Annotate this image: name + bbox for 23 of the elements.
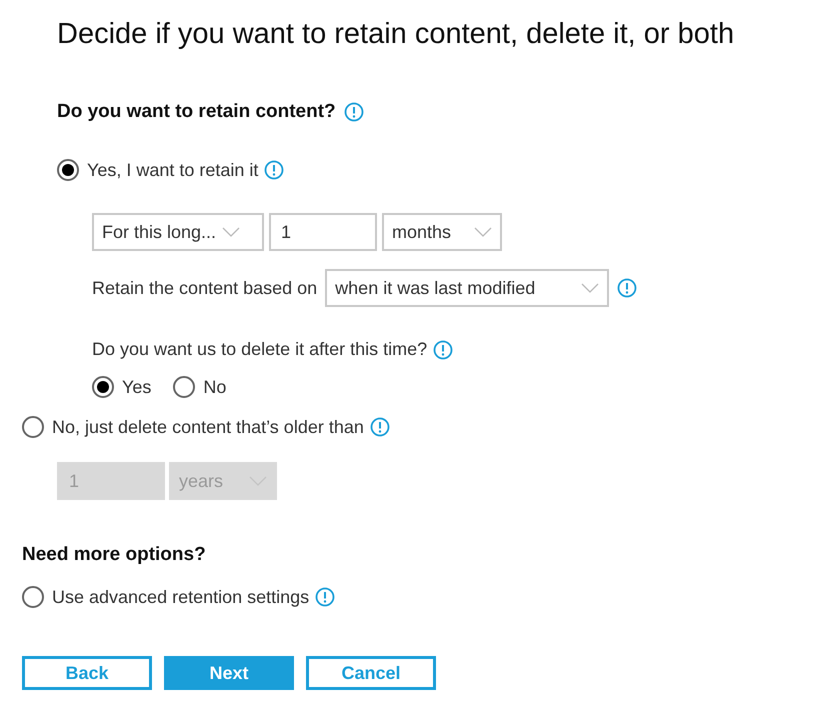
radio-option[interactable]: No — [173, 376, 226, 398]
based-on-label: Retain the content based on — [92, 278, 318, 298]
info-icon[interactable] — [370, 417, 390, 437]
radio-option[interactable]: No, just delete content that’s older than — [22, 416, 364, 438]
unit-dropdown[interactable]: months — [382, 213, 502, 251]
info-icon[interactable] — [315, 587, 336, 607]
amount-field[interactable]: 1 — [269, 213, 377, 251]
chevron-icon — [581, 283, 600, 293]
radio-option[interactable]: Use advanced retention settings — [22, 586, 310, 608]
section-heading: Need more options? — [22, 544, 206, 566]
radio-option[interactable]: Yes — [92, 376, 152, 398]
info-icon[interactable] — [617, 278, 638, 298]
section-heading: Do you want to retain content? — [57, 101, 336, 123]
chevron-icon — [222, 227, 240, 237]
duration-dropdown[interactable]: For this long... — [92, 213, 264, 251]
based-on-dropdown[interactable]: when it was last modified — [325, 269, 610, 307]
info-icon[interactable] — [433, 340, 454, 360]
page-title: Decide if you want to retain content, delete it, or both — [57, 18, 736, 51]
radio-option[interactable]: Yes, I want to retain it — [57, 159, 258, 181]
delete-question: Do you want us to delete it after this time? — [92, 339, 428, 360]
chevron-icon — [474, 227, 492, 237]
info-icon[interactable] — [344, 102, 364, 122]
info-icon[interactable] — [264, 160, 284, 180]
